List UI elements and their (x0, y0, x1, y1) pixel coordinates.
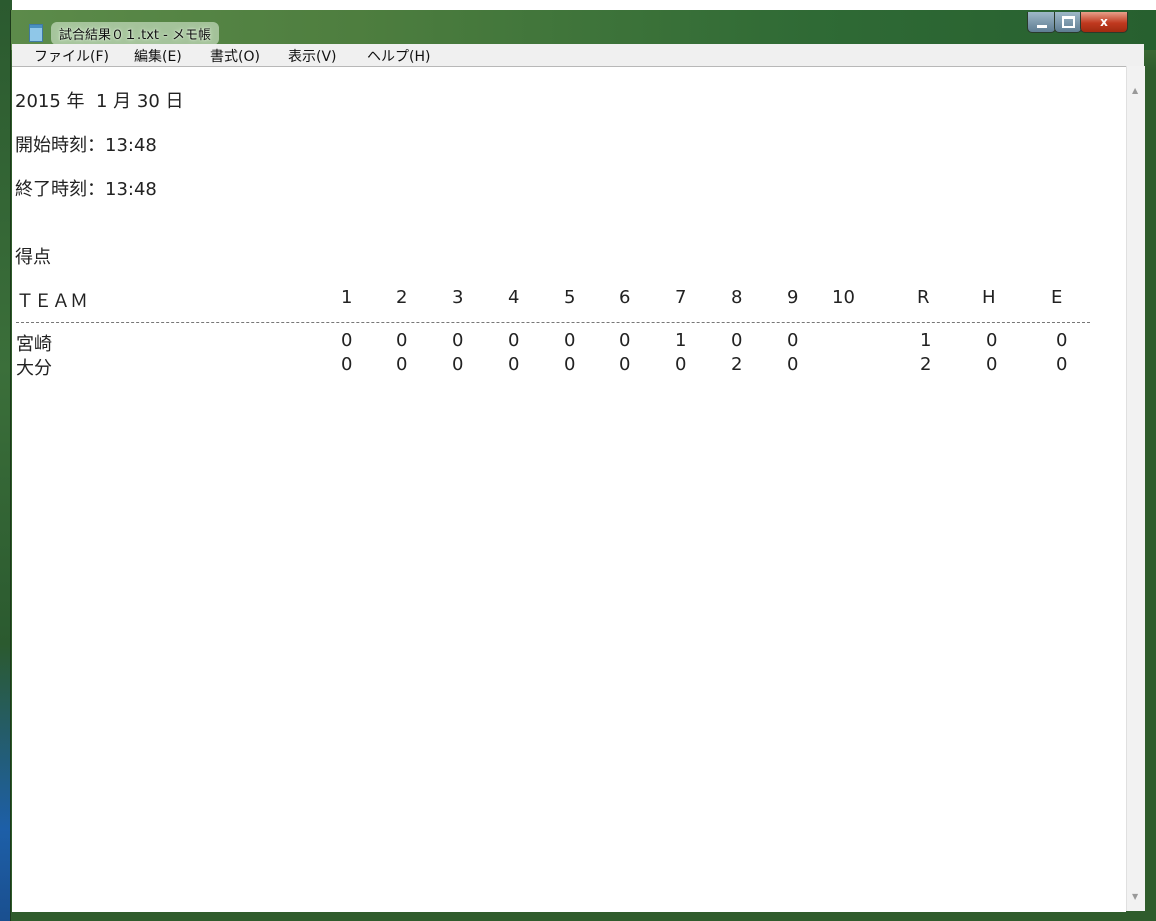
close-icon: x (1100, 15, 1108, 29)
header-hits: H (982, 287, 996, 308)
inning-score: 0 (452, 330, 464, 351)
header-divider (16, 322, 1090, 323)
errors-total: 0 (1056, 330, 1068, 351)
menu-file[interactable]: ファイル(F) (34, 46, 109, 66)
maximize-icon (1061, 16, 1075, 28)
menu-view[interactable]: 表示(V) (288, 46, 337, 66)
header-inning-1: 1 (341, 287, 353, 308)
runs-total: 1 (920, 330, 932, 351)
hits-total: 0 (986, 330, 998, 351)
inning-score: 2 (731, 354, 743, 375)
menu-bar: ファイル(F) 編集(E) 書式(O) 表示(V) ヘルプ(H) (12, 44, 1144, 67)
window-title: 試合結果０１.txt - メモ帳 (51, 22, 219, 45)
team-name: 大分 (16, 358, 52, 379)
score-heading: 得点 (15, 247, 51, 268)
minimize-icon (1036, 24, 1047, 28)
scroll-down-arrow-icon[interactable]: ▼ (1132, 892, 1138, 901)
team-name: 宮崎 (16, 334, 52, 355)
header-inning-3: 3 (452, 287, 464, 308)
inning-score: 0 (452, 354, 464, 375)
header-inning-4: 4 (508, 287, 520, 308)
scroll-up-arrow-icon[interactable]: ▲ (1132, 86, 1138, 95)
hits-total: 0 (986, 354, 998, 375)
inning-score: 0 (787, 330, 799, 351)
inning-score: 0 (619, 330, 631, 351)
date-line: 2015 年 1 月 30 日 (15, 91, 184, 112)
inning-score: 0 (508, 354, 520, 375)
close-button[interactable]: x (1080, 12, 1128, 33)
inning-score: 0 (396, 330, 408, 351)
inning-score: 0 (675, 354, 687, 375)
start-time-line: 開始時刻：13:48 (15, 135, 157, 156)
inning-score: 0 (787, 354, 799, 375)
inning-score: 0 (619, 354, 631, 375)
runs-total: 2 (920, 354, 932, 375)
inning-score: 0 (564, 354, 576, 375)
inning-score: 1 (675, 330, 687, 351)
header-runs: R (917, 287, 930, 308)
header-inning-9: 9 (787, 287, 799, 308)
inning-score: 0 (341, 330, 353, 351)
header-errors: E (1051, 287, 1063, 308)
end-time-line: 終了時刻：13:48 (15, 179, 157, 200)
inning-score: 0 (564, 330, 576, 351)
header-inning-8: 8 (731, 287, 743, 308)
notepad-icon (29, 24, 43, 42)
header-inning-2: 2 (396, 287, 408, 308)
inning-score: 0 (508, 330, 520, 351)
header-inning-6: 6 (619, 287, 631, 308)
menu-edit[interactable]: 編集(E) (134, 46, 182, 66)
vertical-scrollbar[interactable]: ▲ ▼ (1126, 66, 1145, 911)
header-team: ＴＥＡＭ (16, 291, 88, 312)
inning-score: 0 (341, 354, 353, 375)
text-editor-area[interactable]: 2015 年 1 月 30 日 開始時刻：13:48 終了時刻：13:48 得点… (12, 66, 1126, 912)
menu-help[interactable]: ヘルプ(H) (367, 46, 430, 66)
menu-format[interactable]: 書式(O) (210, 46, 260, 66)
inning-score: 0 (396, 354, 408, 375)
inning-score: 0 (731, 330, 743, 351)
maximize-button[interactable] (1054, 12, 1082, 33)
errors-total: 0 (1056, 354, 1068, 375)
minimize-button[interactable] (1027, 12, 1056, 33)
header-inning-10: 10 (832, 287, 855, 308)
header-inning-7: 7 (675, 287, 687, 308)
header-inning-5: 5 (564, 287, 576, 308)
